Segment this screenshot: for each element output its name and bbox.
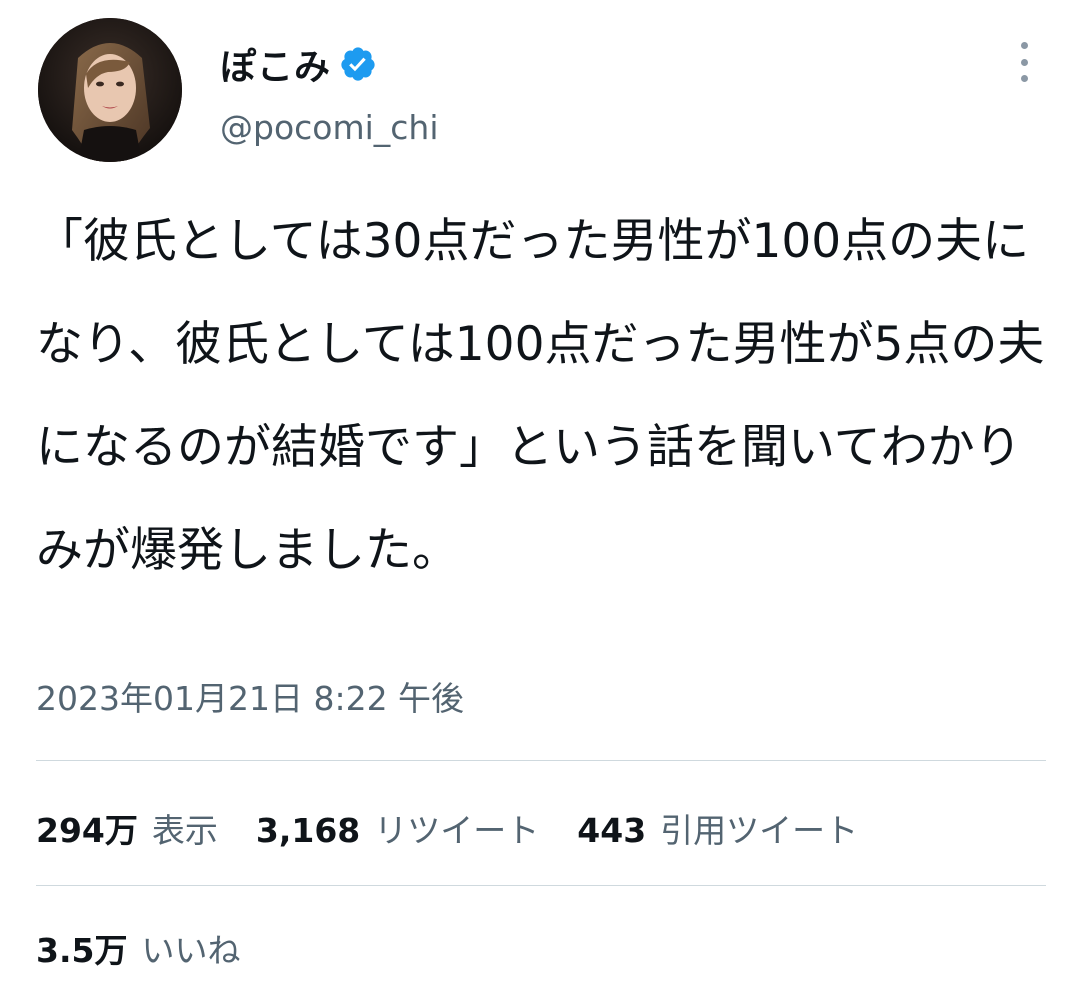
retweets-count: 3,168 [255, 811, 361, 850]
likes-stat[interactable]: 3.5万 いいね [36, 924, 240, 980]
divider [36, 760, 1046, 761]
views-count: 294万 [36, 811, 138, 850]
tweet-stats: 294万 表示 3,168 リツイート 443 引用ツイート [36, 800, 896, 856]
likes-count: 3.5万 [36, 931, 128, 970]
avatar[interactable] [38, 18, 182, 162]
tweet-detail: ぽこみ @pocomi_chi 「彼氏としては30点だった男性が100点の夫にな… [0, 0, 1079, 1002]
quotes-count: 443 [577, 811, 647, 850]
avatar-photo [38, 18, 182, 162]
quotes-label: 引用ツイート [660, 811, 859, 850]
author-name-row[interactable]: ぽこみ [220, 38, 377, 90]
views-label: 表示 [151, 811, 218, 850]
retweets-stat[interactable]: 3,168 リツイート [256, 804, 539, 852]
tweet-timestamp[interactable]: 2023年01月21日 8:22 午後 [36, 672, 464, 720]
quotes-stat[interactable]: 443 引用ツイート [577, 804, 858, 852]
tweet-text: 「彼氏としては30点だった男性が100点の夫になり、彼氏としては100点だった男… [36, 214, 1045, 578]
author-handle[interactable]: @pocomi_chi [220, 108, 439, 147]
more-vertical-icon[interactable] [1010, 42, 1038, 82]
verified-badge-icon [339, 45, 377, 83]
views-stat[interactable]: 294万 表示 [36, 804, 218, 852]
retweets-label: リツイート [374, 811, 540, 850]
display-name[interactable]: ぽこみ [220, 38, 331, 90]
divider [36, 885, 1046, 886]
likes-label: いいね [141, 931, 241, 970]
